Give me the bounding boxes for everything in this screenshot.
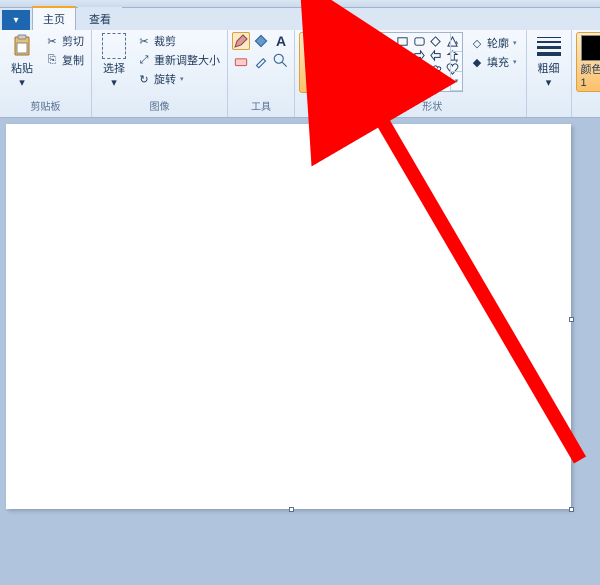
rotate-button[interactable]: ↻ 旋转 ▾ [134, 70, 223, 88]
zoom-tool[interactable] [272, 52, 290, 70]
eraser-tool[interactable] [232, 52, 250, 70]
group-label-shapes: 形状 [343, 98, 522, 115]
tab-strip: ▾ 主页 查看 [0, 8, 600, 30]
resize-icon: ⤢ [137, 53, 151, 67]
shape-arrow-r[interactable] [412, 49, 427, 62]
group-clipboard: 粘贴 ▾ ✂ 剪切 ⎘ 复制 剪贴板 [0, 30, 92, 117]
shape-rect[interactable] [395, 35, 410, 48]
shape-callout-rect[interactable] [395, 63, 410, 76]
resize-button[interactable]: ⤢ 重新调整大小 [134, 51, 223, 69]
shape-callout-oval[interactable] [412, 63, 427, 76]
shape-roundrect[interactable] [412, 35, 427, 48]
dropdown-icon: ▾ [314, 77, 320, 90]
copy-button[interactable]: ⎘ 复制 [42, 51, 87, 69]
ribbon: 粘贴 ▾ ✂ 剪切 ⎘ 复制 剪贴板 选择 ▾ [0, 30, 600, 118]
group-brush: 刷子 ▾ [295, 30, 339, 117]
file-tab[interactable]: ▾ [2, 10, 30, 30]
brush-icon [305, 35, 329, 59]
crop-icon: ✂ [137, 34, 151, 48]
shape-polygon[interactable] [428, 35, 443, 48]
group-label-clipboard: 剪贴板 [4, 98, 87, 115]
outline-button[interactable]: ◇ 轮廓▾ [467, 34, 520, 52]
text-tool[interactable]: A [272, 32, 290, 50]
group-shapes: ▴▾▾ ◇ 轮廓▾ ◆ 填充▾ 形状 [339, 30, 527, 117]
group-size: 粗细 ▾ [527, 30, 572, 117]
shape-arrow-l[interactable] [428, 49, 443, 62]
dropdown-icon: ▾ [19, 76, 25, 89]
fill-button[interactable]: ◆ 填充▾ [467, 53, 520, 71]
tab-view[interactable]: 查看 [78, 7, 122, 30]
group-colors: 颜色 1 颜色 2 [572, 30, 600, 117]
shape-lightning[interactable] [346, 77, 361, 90]
shape-star4[interactable] [346, 63, 361, 76]
fill-tool[interactable] [252, 32, 270, 50]
thickness-icon [537, 34, 561, 58]
canvas-area [0, 118, 600, 585]
shape-diamond[interactable] [362, 49, 377, 62]
shape-callout-cloud[interactable] [428, 63, 443, 76]
select-icon [102, 34, 126, 58]
outline-icon: ◇ [470, 36, 484, 50]
fill-icon: ◆ [470, 55, 484, 69]
pencil-tool[interactable] [232, 32, 250, 50]
scissors-icon: ✂ [45, 34, 59, 48]
crop-button[interactable]: ✂ 裁剪 [134, 32, 223, 50]
group-tools: A 工具 [228, 30, 295, 117]
shape-hexagon[interactable] [395, 49, 410, 62]
group-label-tools: 工具 [232, 98, 290, 115]
canvas[interactable] [6, 124, 571, 509]
dropdown-icon: ▾ [111, 76, 117, 89]
color1-button[interactable]: 颜色 1 [576, 32, 600, 92]
dropdown-icon: ▾ [180, 75, 184, 83]
shape-star5[interactable] [362, 63, 377, 76]
rotate-icon: ↻ [137, 72, 151, 86]
shape-oval[interactable] [379, 35, 394, 48]
copy-icon: ⎘ [45, 53, 59, 67]
paste-icon [10, 34, 34, 58]
picker-tool[interactable] [252, 52, 270, 70]
brush-button[interactable]: 刷子 ▾ [299, 32, 335, 93]
select-button[interactable]: 选择 ▾ [96, 32, 132, 91]
shape-line[interactable] [346, 35, 361, 48]
color1-swatch [581, 35, 600, 61]
shapes-scroll[interactable]: ▴▾▾ [450, 33, 462, 91]
cut-button[interactable]: ✂ 剪切 [42, 32, 87, 50]
shape-curve[interactable] [362, 35, 377, 48]
shapes-gallery[interactable]: ▴▾▾ [343, 32, 463, 92]
group-image: 选择 ▾ ✂ 裁剪 ⤢ 重新调整大小 ↻ 旋转 ▾ 图像 [92, 30, 228, 117]
tab-home[interactable]: 主页 [32, 6, 76, 30]
paste-button[interactable]: 粘贴 ▾ [4, 32, 40, 91]
size-button[interactable]: 粗细 ▾ [531, 32, 567, 91]
paste-label: 粘贴 [11, 60, 33, 76]
dropdown-icon: ▾ [546, 76, 552, 89]
shape-pentagon[interactable] [379, 49, 394, 62]
shape-rtriangle[interactable] [346, 49, 361, 62]
shape-star6[interactable] [379, 63, 394, 76]
group-label-image: 图像 [96, 98, 223, 115]
